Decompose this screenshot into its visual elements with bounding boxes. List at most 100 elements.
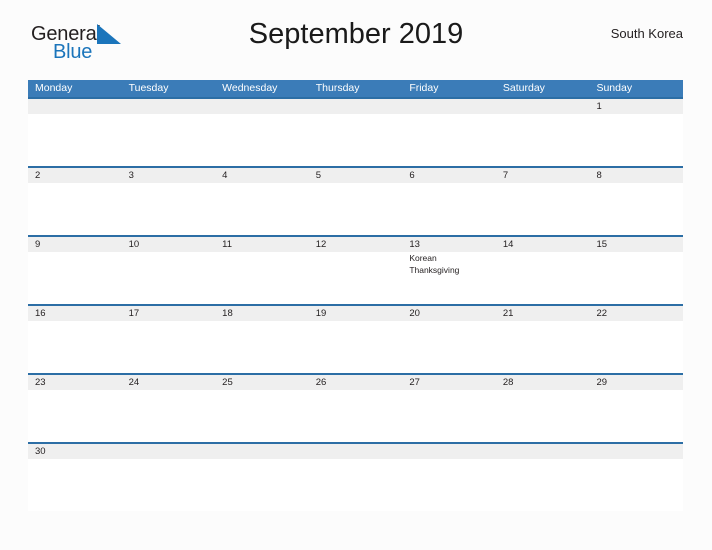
day-number[interactable]: 12 bbox=[309, 237, 403, 252]
day-number[interactable]: 4 bbox=[215, 168, 309, 183]
day-number[interactable] bbox=[309, 99, 403, 114]
day-number[interactable] bbox=[215, 99, 309, 114]
day-events[interactable] bbox=[309, 183, 403, 233]
page-header: General Blue September 2019 South Korea bbox=[28, 0, 684, 63]
weekday-header-row: Monday Tuesday Wednesday Thursday Friday… bbox=[28, 80, 683, 97]
day-events[interactable] bbox=[496, 390, 590, 440]
day-number[interactable]: 16 bbox=[28, 306, 122, 321]
day-number[interactable]: 6 bbox=[402, 168, 496, 183]
day-events[interactable]: Korean Thanksgiving bbox=[402, 252, 496, 302]
day-events[interactable] bbox=[122, 252, 216, 302]
day-number[interactable]: 14 bbox=[496, 237, 590, 252]
day-events[interactable] bbox=[309, 252, 403, 302]
day-events[interactable] bbox=[215, 114, 309, 164]
calendar-week-row: 9 10 11 12 13 14 15 Korean Thanksgiving bbox=[28, 235, 683, 304]
day-events[interactable] bbox=[28, 252, 122, 302]
week-content-band bbox=[28, 321, 683, 371]
day-number[interactable]: 22 bbox=[589, 306, 683, 321]
day-number[interactable] bbox=[402, 99, 496, 114]
day-events[interactable] bbox=[122, 183, 216, 233]
day-events[interactable] bbox=[589, 321, 683, 371]
weekday-header-saturday: Saturday bbox=[502, 82, 545, 94]
day-number[interactable]: 5 bbox=[309, 168, 403, 183]
day-events[interactable] bbox=[496, 321, 590, 371]
day-events[interactable] bbox=[496, 459, 590, 509]
day-number[interactable]: 10 bbox=[122, 237, 216, 252]
day-number[interactable]: 21 bbox=[496, 306, 590, 321]
day-events[interactable] bbox=[496, 252, 590, 302]
day-number[interactable] bbox=[215, 444, 309, 459]
day-number[interactable]: 20 bbox=[402, 306, 496, 321]
day-events[interactable] bbox=[402, 321, 496, 371]
day-number[interactable] bbox=[496, 444, 590, 459]
calendar-week-row: 1 bbox=[28, 97, 683, 166]
day-number[interactable]: 18 bbox=[215, 306, 309, 321]
day-number[interactable]: 29 bbox=[589, 375, 683, 390]
day-events[interactable] bbox=[402, 390, 496, 440]
day-number[interactable] bbox=[28, 99, 122, 114]
day-number[interactable]: 17 bbox=[122, 306, 216, 321]
week-date-band: 30 bbox=[28, 444, 683, 459]
day-number[interactable] bbox=[589, 444, 683, 459]
day-number[interactable] bbox=[309, 444, 403, 459]
day-events[interactable] bbox=[496, 183, 590, 233]
day-number[interactable]: 9 bbox=[28, 237, 122, 252]
day-number[interactable]: 19 bbox=[309, 306, 403, 321]
day-events[interactable] bbox=[402, 459, 496, 509]
day-events[interactable] bbox=[309, 321, 403, 371]
day-events[interactable] bbox=[28, 183, 122, 233]
day-events[interactable] bbox=[28, 321, 122, 371]
day-number[interactable]: 2 bbox=[28, 168, 122, 183]
day-events[interactable] bbox=[215, 252, 309, 302]
day-number[interactable]: 23 bbox=[28, 375, 122, 390]
day-number[interactable]: 15 bbox=[589, 237, 683, 252]
day-number[interactable]: 7 bbox=[496, 168, 590, 183]
day-number[interactable]: 28 bbox=[496, 375, 590, 390]
day-number[interactable]: 30 bbox=[28, 444, 122, 459]
day-events[interactable] bbox=[589, 114, 683, 164]
day-events[interactable] bbox=[215, 390, 309, 440]
weekday-header-sunday: Sunday bbox=[596, 82, 633, 94]
day-events[interactable] bbox=[589, 390, 683, 440]
day-events[interactable] bbox=[589, 459, 683, 509]
day-events[interactable] bbox=[496, 114, 590, 164]
day-events[interactable] bbox=[28, 114, 122, 164]
week-date-band: 16 17 18 19 20 21 22 bbox=[28, 306, 683, 321]
day-events[interactable] bbox=[122, 321, 216, 371]
day-events[interactable] bbox=[28, 459, 122, 509]
calendar-page: General Blue September 2019 South Korea … bbox=[0, 0, 712, 550]
day-number[interactable]: 27 bbox=[402, 375, 496, 390]
calendar-week-row: 2 3 4 5 6 7 8 bbox=[28, 166, 683, 235]
day-events[interactable] bbox=[589, 252, 683, 302]
day-events[interactable] bbox=[309, 459, 403, 509]
day-events[interactable] bbox=[215, 183, 309, 233]
day-events[interactable] bbox=[402, 114, 496, 164]
calendar-week-row: 23 24 25 26 27 28 29 bbox=[28, 373, 683, 442]
week-content-band bbox=[28, 390, 683, 440]
day-events[interactable] bbox=[122, 459, 216, 509]
day-number[interactable] bbox=[122, 444, 216, 459]
day-events[interactable] bbox=[215, 321, 309, 371]
day-events[interactable] bbox=[215, 459, 309, 509]
day-number[interactable]: 3 bbox=[122, 168, 216, 183]
day-number[interactable]: 25 bbox=[215, 375, 309, 390]
day-number[interactable] bbox=[402, 444, 496, 459]
day-number[interactable]: 1 bbox=[589, 99, 683, 114]
calendar-week-row: 30 bbox=[28, 442, 683, 511]
day-events[interactable] bbox=[309, 390, 403, 440]
day-number[interactable]: 8 bbox=[589, 168, 683, 183]
weekday-header-monday: Monday bbox=[35, 82, 73, 94]
day-events[interactable] bbox=[309, 114, 403, 164]
day-number[interactable] bbox=[122, 99, 216, 114]
day-number[interactable]: 24 bbox=[122, 375, 216, 390]
day-events[interactable] bbox=[122, 114, 216, 164]
week-date-band: 9 10 11 12 13 14 15 bbox=[28, 237, 683, 252]
day-events[interactable] bbox=[122, 390, 216, 440]
day-number[interactable]: 13 bbox=[402, 237, 496, 252]
day-number[interactable] bbox=[496, 99, 590, 114]
day-events[interactable] bbox=[589, 183, 683, 233]
day-number[interactable]: 11 bbox=[215, 237, 309, 252]
day-events[interactable] bbox=[28, 390, 122, 440]
day-number[interactable]: 26 bbox=[309, 375, 403, 390]
day-events[interactable] bbox=[402, 183, 496, 233]
